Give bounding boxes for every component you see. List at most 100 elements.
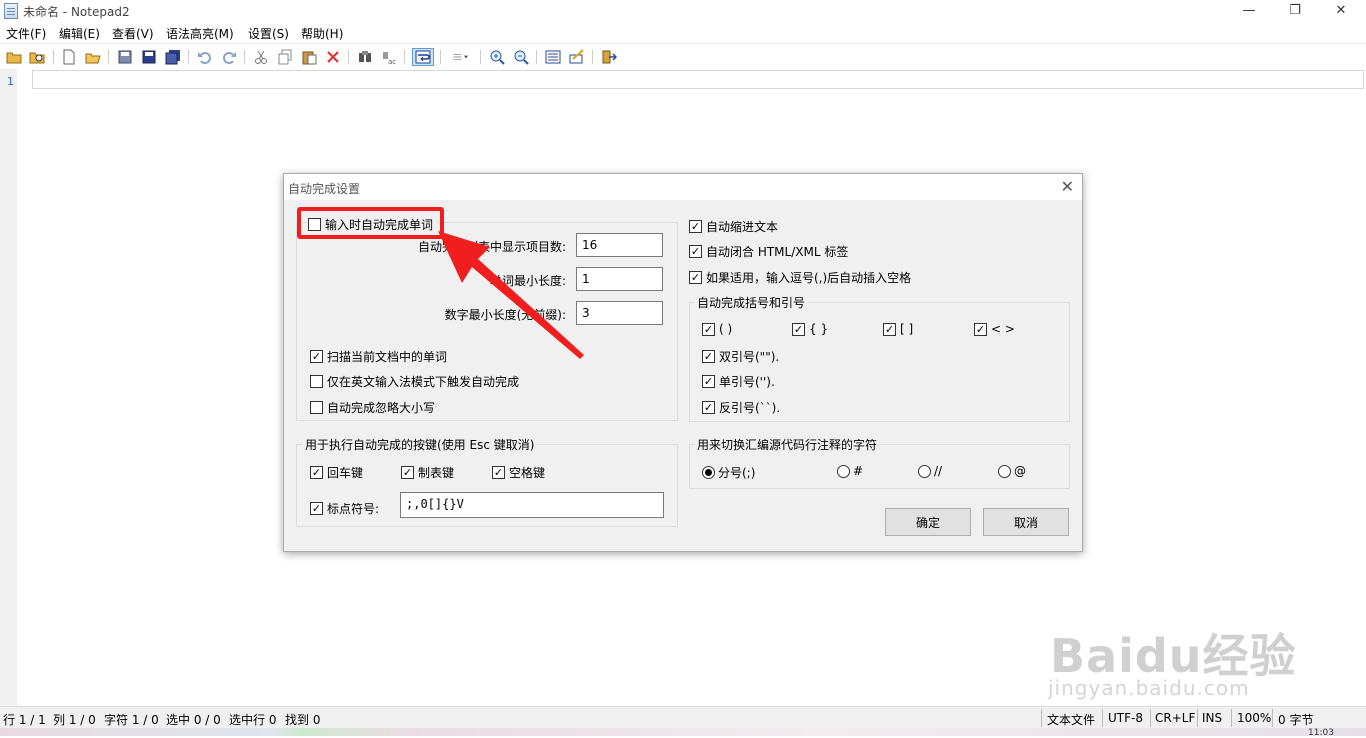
punctuation-checkbox[interactable]: ✓ 标点符号: bbox=[310, 500, 379, 517]
browse-icon[interactable] bbox=[28, 48, 46, 66]
undo-icon[interactable] bbox=[196, 48, 214, 66]
current-line-highlight[interactable] bbox=[32, 70, 1364, 89]
at-sign-radio[interactable]: @ bbox=[998, 464, 1026, 478]
paste-icon[interactable] bbox=[300, 48, 318, 66]
scheme-icon[interactable] bbox=[544, 48, 562, 66]
single-quotes-checkbox[interactable]: ✓ 单引号(''). bbox=[702, 373, 775, 390]
line-number: 1 bbox=[7, 75, 14, 88]
save-copy-icon[interactable] bbox=[164, 48, 182, 66]
cancel-button[interactable]: 取消 bbox=[983, 508, 1069, 536]
space-key-checkbox[interactable]: ✓ 空格键 bbox=[492, 464, 545, 481]
hash-radio[interactable]: # bbox=[837, 464, 863, 478]
ignore-case-checkbox[interactable]: 自动完成忽略大小写 bbox=[310, 399, 435, 416]
menu-help[interactable]: 帮助(H) bbox=[301, 25, 343, 42]
checkbox-box: ✓ bbox=[702, 322, 715, 336]
exit-icon[interactable] bbox=[600, 48, 618, 66]
double-quotes-checkbox[interactable]: ✓ 双引号(""). bbox=[702, 348, 779, 365]
close-window-button[interactable]: ✕ bbox=[1318, 0, 1364, 22]
cut-icon[interactable] bbox=[252, 48, 270, 66]
customize-scheme-icon[interactable] bbox=[568, 48, 586, 66]
comment-char-group-title: 用来切换汇编源代码行注释的字符 bbox=[695, 436, 880, 453]
delete-icon[interactable] bbox=[324, 48, 342, 66]
braces-checkbox[interactable]: ✓ { } bbox=[792, 322, 828, 336]
checkbox-box bbox=[310, 375, 323, 388]
english-ime-only-checkbox[interactable]: 仅在英文输入法模式下触发自动完成 bbox=[310, 373, 519, 390]
annotation-highlight-box bbox=[297, 207, 444, 239]
angle-brackets-checkbox[interactable]: ✓ < > bbox=[974, 322, 1015, 336]
status-bar: 行 1 / 1 列 1 / 0 字符 1 / 0 选中 0 / 0 选中行 0 … bbox=[0, 706, 1366, 728]
redo-icon[interactable] bbox=[220, 48, 238, 66]
menu-file[interactable]: 文件(F) bbox=[6, 25, 46, 42]
status-selected-lines: 选中行 0 bbox=[229, 713, 277, 727]
trigger-keys-group-title: 用于执行自动完成的按键(使用 Esc 键取消) bbox=[303, 436, 537, 453]
punctuation-input[interactable]: ;,0[]{}V bbox=[400, 492, 664, 518]
status-line: 行 1 / 1 bbox=[3, 713, 46, 727]
backticks-checkbox[interactable]: ✓ 反引号(``). bbox=[702, 399, 780, 416]
status-selection: 选中 0 / 0 bbox=[166, 713, 221, 727]
dialog-title-bar: 自动完成设置 ✕ bbox=[284, 174, 1082, 200]
minimize-button[interactable]: — bbox=[1226, 0, 1272, 22]
brackets-group-title: 自动完成括号和引号 bbox=[695, 294, 808, 311]
square-brackets-checkbox[interactable]: ✓ [ ] bbox=[883, 322, 913, 336]
status-encoding[interactable]: UTF-8 bbox=[1108, 711, 1143, 725]
tab-key-checkbox[interactable]: ✓ 制表键 bbox=[401, 464, 454, 481]
status-eol[interactable]: CR+LF bbox=[1155, 711, 1195, 725]
open-folder-icon[interactable] bbox=[5, 48, 23, 66]
notepad-app-icon bbox=[4, 3, 18, 19]
checkbox-box bbox=[310, 401, 323, 414]
status-found: 找到 0 bbox=[285, 713, 321, 727]
find-icon[interactable] bbox=[356, 48, 374, 66]
zoom-in-icon[interactable] bbox=[488, 48, 506, 66]
checkbox-box: ✓ bbox=[492, 466, 505, 479]
title-bar: 未命名 - Notepad2 — ❐ ✕ bbox=[0, 0, 1366, 22]
checkbox-box: ✓ bbox=[310, 350, 323, 363]
ok-button[interactable]: 确定 bbox=[885, 508, 971, 536]
checkbox-box: ✓ bbox=[401, 466, 414, 479]
toolbar: ac bbox=[0, 43, 1366, 69]
zoom-out-icon[interactable] bbox=[512, 48, 530, 66]
checkbox-box: ✓ bbox=[702, 401, 715, 414]
dialog-close-button[interactable]: ✕ bbox=[1061, 177, 1074, 196]
semicolon-radio[interactable]: 分号(;) bbox=[702, 464, 755, 481]
restore-button[interactable]: ❐ bbox=[1272, 0, 1318, 22]
status-insert-mode[interactable]: INS bbox=[1202, 711, 1222, 725]
radio-dot bbox=[918, 464, 931, 478]
menu-syntax[interactable]: 语法高亮(M) bbox=[166, 25, 234, 42]
checkbox-box: ✓ bbox=[702, 350, 715, 363]
checkbox-box: ✓ bbox=[689, 245, 702, 258]
status-chars: 字符 1 / 0 bbox=[104, 713, 159, 727]
checkbox-box: ✓ bbox=[310, 502, 323, 515]
scheme-dropdown-icon[interactable] bbox=[446, 48, 474, 66]
menu-edit[interactable]: 编辑(E) bbox=[59, 25, 100, 42]
status-zoom[interactable]: 100% bbox=[1237, 711, 1271, 725]
close-html-tags-checkbox[interactable]: ✓ 自动闭合 HTML/XML 标签 bbox=[689, 243, 848, 260]
checkbox-box: ✓ bbox=[689, 271, 702, 284]
menu-settings[interactable]: 设置(S) bbox=[248, 25, 289, 42]
open-file-icon[interactable] bbox=[84, 48, 102, 66]
watermark-url: jingyan.baidu.com bbox=[1048, 676, 1250, 700]
save-as-icon[interactable] bbox=[140, 48, 158, 66]
scan-document-checkbox[interactable]: ✓ 扫描当前文档中的单词 bbox=[310, 348, 447, 365]
radio-dot bbox=[837, 464, 850, 478]
comma-space-checkbox[interactable]: ✓ 如果适用，输入逗号(,)后自动插入空格 bbox=[689, 269, 911, 286]
save-icon[interactable] bbox=[116, 48, 134, 66]
enter-key-checkbox[interactable]: ✓ 回车键 bbox=[310, 464, 363, 481]
checkbox-box: ✓ bbox=[702, 375, 715, 388]
status-file-type[interactable]: 文本文件 bbox=[1047, 711, 1095, 728]
line-number-gutter: 1 bbox=[0, 69, 17, 706]
parentheses-checkbox[interactable]: ✓ ( ) bbox=[702, 322, 732, 336]
dialog-title: 自动完成设置 bbox=[288, 182, 361, 196]
replace-icon[interactable]: ac bbox=[380, 48, 398, 66]
menu-view[interactable]: 查看(V) bbox=[112, 25, 154, 42]
taskbar-clock: 11:03 bbox=[1308, 728, 1334, 738]
copy-icon[interactable] bbox=[276, 48, 294, 66]
word-wrap-icon[interactable] bbox=[412, 48, 434, 66]
auto-indent-checkbox[interactable]: ✓ 自动缩进文本 bbox=[689, 218, 778, 235]
new-file-icon[interactable] bbox=[60, 48, 78, 66]
radio-dot bbox=[998, 464, 1011, 478]
double-slash-radio[interactable]: // bbox=[918, 464, 942, 478]
checkbox-box: ✓ bbox=[792, 322, 805, 336]
taskbar-strip bbox=[0, 728, 1366, 736]
checkbox-box: ✓ bbox=[883, 322, 896, 336]
svg-text:ac: ac bbox=[388, 58, 396, 65]
